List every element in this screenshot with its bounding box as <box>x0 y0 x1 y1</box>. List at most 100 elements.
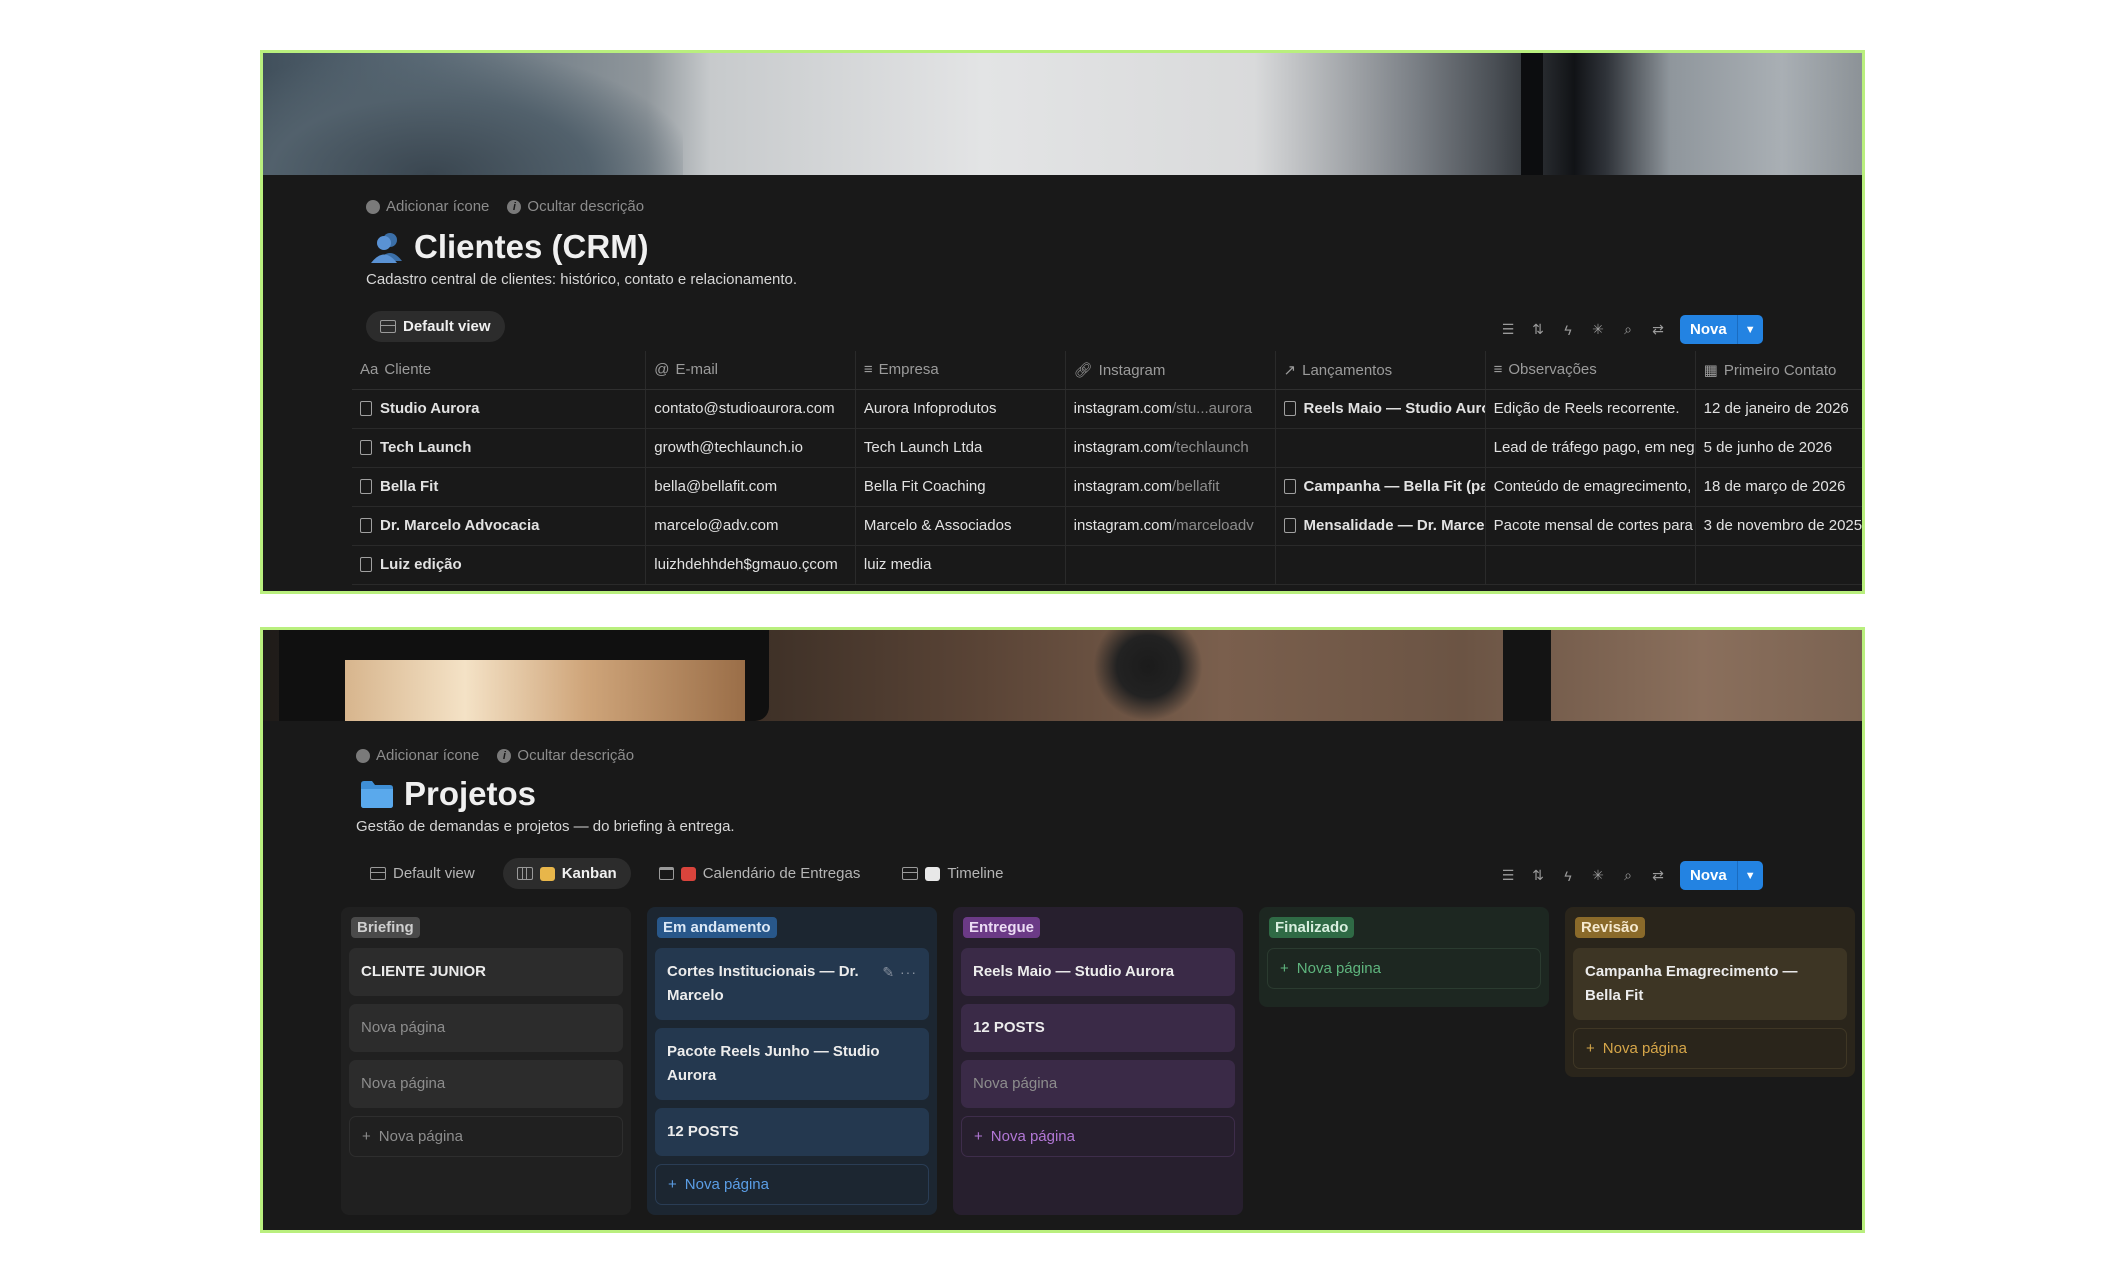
new-entry-button[interactable]: Nova ▼ <box>1680 861 1763 890</box>
hide-description-button[interactable]: i Ocultar descrição <box>497 747 634 764</box>
filter-icon[interactable]: ☰ <box>1500 321 1516 338</box>
column-header-cliente[interactable]: Aa Cliente <box>352 351 647 390</box>
sort-icon[interactable]: ⇅ <box>1530 867 1546 884</box>
cell-instagram[interactable] <box>1065 545 1276 585</box>
more-options-icon[interactable]: ✎ ··· <box>882 960 917 984</box>
column-tag[interactable]: Em andamento <box>657 917 777 938</box>
cell-empresa[interactable]: Marcelo & Associados <box>855 506 1066 546</box>
kanban-card[interactable]: Campanha Emagrecimento — Bella Fit <box>1573 948 1847 1020</box>
cell-instagram[interactable]: instagram.com/marceloadv <box>1065 506 1276 546</box>
cell-observacoes[interactable]: Conteúdo de emagrecimento, foco <box>1485 467 1696 507</box>
table-row[interactable]: Dr. Marcelo Advocacia marcelo@adv.com Ma… <box>352 506 1862 546</box>
cell-primeiro-contato[interactable]: 5 de junho de 2026 <box>1695 428 1862 468</box>
table-row[interactable]: Luiz edição luizhdehhdeh$gmauo.çcom luiz… <box>352 545 1862 585</box>
new-entry-button[interactable]: Nova ▼ <box>1680 315 1763 344</box>
filter-icon[interactable]: ☰ <box>1500 867 1516 884</box>
sort-icon[interactable]: ⇅ <box>1530 321 1546 338</box>
search-icon[interactable]: ⌕ <box>1620 321 1636 338</box>
add-page-button[interactable]: + Nova página <box>1573 1028 1847 1069</box>
cell-cliente[interactable]: Luiz edição <box>352 545 647 585</box>
cell-primeiro-contato[interactable]: 18 de março de 2026 <box>1695 467 1862 507</box>
table-row[interactable]: Tech Launch growth@techlaunch.io Tech La… <box>352 428 1862 468</box>
tab-timeline[interactable]: Timeline <box>888 858 1017 889</box>
ai-icon[interactable]: ✳ <box>1590 321 1606 338</box>
crm-cover-image[interactable] <box>263 53 1862 175</box>
cell-lancamentos[interactable]: Reels Maio — Studio Aurora <box>1275 389 1486 429</box>
add-page-button[interactable]: + Nova página <box>961 1116 1235 1157</box>
cell-primeiro-contato[interactable] <box>1695 545 1862 585</box>
kanban-card[interactable]: Nova página <box>961 1060 1235 1108</box>
cell-lancamentos[interactable] <box>1275 428 1486 468</box>
column-tag[interactable]: Revisão <box>1575 917 1645 938</box>
projetos-cover-image[interactable] <box>263 630 1862 721</box>
column-tag[interactable]: Entregue <box>963 917 1041 938</box>
cell-instagram[interactable]: instagram.com/bellafit <box>1065 467 1276 507</box>
cell-empresa[interactable]: Bella Fit Coaching <box>855 467 1066 507</box>
column-header-primeiro-contato[interactable]: ▦ Primeiro Contato <box>1695 351 1862 390</box>
cell-observacoes[interactable]: Lead de tráfego pago, em negociação <box>1485 428 1696 468</box>
chevron-down-icon[interactable]: ▼ <box>1736 315 1763 344</box>
page-description[interactable]: Gestão de demandas e projetos — do brief… <box>356 818 735 835</box>
cell-lancamentos[interactable] <box>1275 545 1486 585</box>
cell-cliente[interactable]: Studio Aurora <box>352 389 647 429</box>
kanban-card[interactable]: 12 POSTS <box>961 1004 1235 1052</box>
cell-primeiro-contato[interactable]: 12 de janeiro de 2026 <box>1695 389 1862 429</box>
kanban-card[interactable]: CLIENTE JUNIOR <box>349 948 623 996</box>
tab-calendario[interactable]: Calendário de Entregas <box>645 858 875 889</box>
cell-observacoes[interactable]: Edição de Reels recorrente. <box>1485 389 1696 429</box>
cell-instagram[interactable]: instagram.com/stu...aurora <box>1065 389 1276 429</box>
cell-cliente[interactable]: Bella Fit <box>352 467 647 507</box>
chevron-down-icon[interactable]: ▼ <box>1736 861 1763 890</box>
cell-empresa[interactable]: Aurora Infoprodutos <box>855 389 1066 429</box>
cell-email[interactable]: bella@bellafit.com <box>645 467 856 507</box>
column-tag[interactable]: Finalizado <box>1269 917 1355 938</box>
cell-email[interactable]: growth@techlaunch.io <box>645 428 856 468</box>
cell-lancamentos[interactable]: Campanha — Bella Fit (parceria) <box>1275 467 1486 507</box>
table-row[interactable]: Bella Fit bella@bellafit.com Bella Fit C… <box>352 467 1862 507</box>
column-header-email[interactable]: @ E-mail <box>645 351 856 390</box>
kanban-card[interactable]: Reels Maio — Studio Aurora <box>961 948 1235 996</box>
ai-icon[interactable]: ✳ <box>1590 867 1606 884</box>
add-page-button[interactable]: + Nova página <box>349 1116 623 1157</box>
cell-observacoes[interactable]: Pacote mensal de cortes para Instagram <box>1485 506 1696 546</box>
add-icon-button[interactable]: Adicionar ícone <box>366 198 489 215</box>
add-page-button[interactable]: + Nova página <box>1267 948 1541 989</box>
cell-empresa[interactable]: Tech Launch Ltda <box>855 428 1066 468</box>
page-description[interactable]: Cadastro central de clientes: histórico,… <box>366 271 797 288</box>
column-header-instagram[interactable]: 🔗︎ Instagram <box>1065 351 1276 390</box>
kanban-card[interactable]: Nova página <box>349 1004 623 1052</box>
search-icon[interactable]: ⌕ <box>1620 867 1636 884</box>
plus-icon: + <box>668 1176 677 1193</box>
tab-default-view[interactable]: Default view <box>356 858 489 889</box>
kanban-card[interactable]: Pacote Reels Junho — Studio Aurora <box>655 1028 929 1100</box>
table-row[interactable]: Studio Aurora contato@studioaurora.com A… <box>352 389 1862 429</box>
cell-lancamentos[interactable]: Mensalidade — Dr. Marcelo <box>1275 506 1486 546</box>
cell-cliente[interactable]: Dr. Marcelo Advocacia <box>352 506 647 546</box>
tab-default-view[interactable]: Default view <box>366 311 505 342</box>
cell-email[interactable]: marcelo@adv.com <box>645 506 856 546</box>
kanban-card[interactable]: ✎ ··· Cortes Institucionais — Dr. Marcelo <box>655 948 929 1020</box>
cell-observacoes[interactable] <box>1485 545 1696 585</box>
kanban-card[interactable]: Nova página <box>349 1060 623 1108</box>
page-title[interactable]: Projetos <box>360 775 536 813</box>
add-page-button[interactable]: + Nova página <box>655 1164 929 1205</box>
settings-icon[interactable]: ⇄ <box>1650 867 1666 884</box>
column-tag[interactable]: Briefing <box>351 917 420 938</box>
cell-empresa[interactable]: luiz media <box>855 545 1066 585</box>
cell-primeiro-contato[interactable]: 3 de novembro de 2025 <box>1695 506 1862 546</box>
cell-instagram[interactable]: instagram.com/techlaunch <box>1065 428 1276 468</box>
settings-icon[interactable]: ⇄ <box>1650 321 1666 338</box>
column-header-empresa[interactable]: ≡ Empresa <box>855 351 1066 390</box>
column-header-observacoes[interactable]: ≡ Observações <box>1485 351 1696 390</box>
column-header-lancamentos[interactable]: ↗ Lançamentos <box>1275 351 1486 390</box>
cell-cliente[interactable]: Tech Launch <box>352 428 647 468</box>
page-title[interactable]: Clientes (CRM) <box>370 228 649 266</box>
add-icon-button[interactable]: Adicionar ícone <box>356 747 479 764</box>
tab-kanban[interactable]: Kanban <box>502 858 631 889</box>
automation-icon[interactable]: ϟ <box>1560 322 1576 338</box>
cell-email[interactable]: contato@studioaurora.com <box>645 389 856 429</box>
cell-email[interactable]: luizhdehhdeh$gmauo.çcom <box>645 545 856 585</box>
automation-icon[interactable]: ϟ <box>1560 868 1576 884</box>
kanban-card[interactable]: 12 POSTS <box>655 1108 929 1156</box>
hide-description-button[interactable]: i Ocultar descrição <box>507 198 644 215</box>
